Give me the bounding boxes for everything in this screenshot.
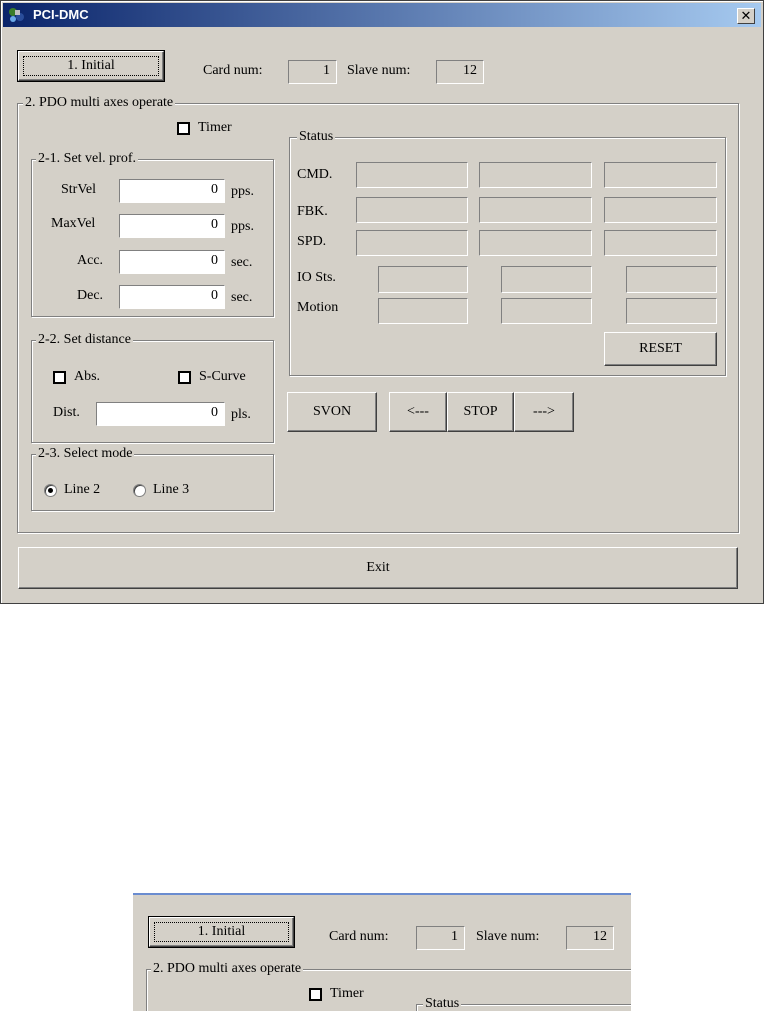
zoom-slave-num-label: Slave num: <box>476 929 540 944</box>
timer-checkbox[interactable] <box>177 122 190 135</box>
maxvel-input[interactable]: 0 <box>119 214 225 238</box>
dist-unit: pls. <box>231 407 251 422</box>
strvel-label: StrVel <box>61 182 96 197</box>
strvel-input[interactable]: 0 <box>119 179 225 203</box>
spd-axis3-field <box>604 230 717 256</box>
zoom-status-group-label: Status <box>423 996 462 1011</box>
distance-group-label: 2-2. Set distance <box>36 332 133 348</box>
reset-button[interactable]: RESET <box>604 332 717 366</box>
strvel-unit: pps. <box>231 184 254 199</box>
line3-radio[interactable] <box>133 484 146 497</box>
status-group-label: Status <box>297 129 336 145</box>
acc-input[interactable]: 0 <box>119 250 225 274</box>
cmd-axis2-field <box>479 162 592 188</box>
slave-num-field: 12 <box>436 60 484 84</box>
jog-right-button[interactable]: ---> <box>514 392 574 432</box>
close-icon[interactable]: ✕ <box>737 8 755 24</box>
jog-left-button[interactable]: <--- <box>389 392 447 432</box>
acc-unit: sec. <box>231 255 253 270</box>
scurve-label: S-Curve <box>199 369 246 384</box>
motion-label: Motion <box>297 300 339 315</box>
zoom-timer-checkbox[interactable] <box>309 988 322 1001</box>
line3-label: Line 3 <box>153 482 190 497</box>
zoom-slave-num-field: 12 <box>566 926 614 950</box>
svon-button[interactable]: SVON <box>287 392 377 432</box>
exit-button[interactable]: Exit <box>18 547 738 589</box>
io-axis1-field <box>378 266 468 293</box>
dec-input[interactable]: 0 <box>119 285 225 309</box>
motion-axis1-field <box>378 298 468 324</box>
pdo-group-label: 2. PDO multi axes operate <box>23 95 176 111</box>
line2-label: Line 2 <box>64 482 101 497</box>
dec-unit: sec. <box>231 290 253 305</box>
stop-button[interactable]: STOP <box>447 392 514 432</box>
focus-rect <box>23 56 159 76</box>
abs-checkbox[interactable] <box>53 371 66 384</box>
dist-input[interactable]: 0 <box>96 402 225 426</box>
acc-label: Acc. <box>77 253 104 268</box>
timer-label: Timer <box>198 120 232 135</box>
velocity-group-label: 2-1. Set vel. prof. <box>36 151 138 167</box>
cmd-label: CMD. <box>297 167 333 182</box>
zoom-initial-button[interactable]: 1. Initial <box>148 916 295 948</box>
line2-radio[interactable] <box>44 484 57 497</box>
card-num-field: 1 <box>288 60 337 84</box>
motion-axis3-field <box>626 298 717 324</box>
cmd-axis1-field <box>356 162 468 188</box>
motion-axis2-field <box>501 298 592 324</box>
slave-num-label: Slave num: <box>347 63 411 78</box>
fbk-axis2-field <box>479 197 592 223</box>
title-bar[interactable]: PCI-DMC ✕ <box>3 3 761 27</box>
initial-button[interactable]: 1. Initial <box>17 50 165 82</box>
zoom-card-num-field: 1 <box>416 926 465 950</box>
scurve-checkbox[interactable] <box>178 371 191 384</box>
io-axis2-field <box>501 266 592 293</box>
zoomed-crop: 1. Initial Card num: 1 Slave num: 12 2. … <box>133 893 631 1011</box>
spd-axis2-field <box>479 230 592 256</box>
spd-axis1-field <box>356 230 468 256</box>
dist-label: Dist. <box>53 405 80 420</box>
fbk-axis1-field <box>356 197 468 223</box>
app-icon <box>9 8 24 22</box>
io-axis3-field <box>626 266 717 293</box>
io-sts-label: IO Sts. <box>297 270 336 285</box>
abs-label: Abs. <box>74 369 101 384</box>
card-num-label: Card num: <box>203 63 263 78</box>
maxvel-unit: pps. <box>231 219 254 234</box>
radio-selected-dot <box>48 488 53 493</box>
zoom-card-num-label: Card num: <box>329 929 389 944</box>
maxvel-label: MaxVel <box>51 216 96 231</box>
zoom-pdo-group-label: 2. PDO multi axes operate <box>151 961 304 977</box>
fbk-label: FBK. <box>297 204 328 219</box>
cmd-axis3-field <box>604 162 717 188</box>
main-window: PCI-DMC ✕ 1. Initial Card num: 1 Slave n… <box>0 0 764 604</box>
fbk-axis3-field <box>604 197 717 223</box>
dec-label: Dec. <box>77 288 104 303</box>
zoom-focus-rect <box>154 922 289 942</box>
spd-label: SPD. <box>297 234 327 249</box>
zoom-timer-label: Timer <box>330 986 364 1001</box>
distance-group <box>31 340 274 443</box>
mode-group-label: 2-3. Select mode <box>36 446 135 462</box>
window-title: PCI-DMC <box>33 7 89 22</box>
